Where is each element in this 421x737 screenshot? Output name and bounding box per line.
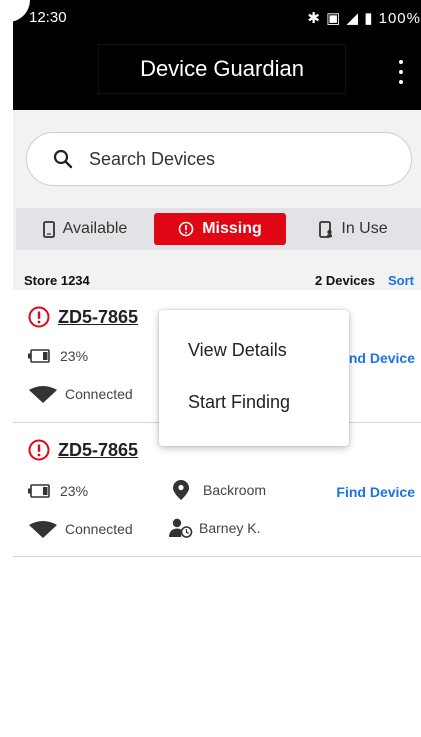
status-tabs: Available Missing In Use xyxy=(16,208,421,250)
alert-circle-icon xyxy=(28,306,50,328)
battery-percent: 100% xyxy=(378,10,421,27)
location-row: Backroom xyxy=(173,480,266,500)
device-header: ZD5-7865 xyxy=(28,306,138,328)
phone-icon xyxy=(42,220,55,238)
alert-circle-icon xyxy=(28,439,50,461)
vibrate-icon: ▣ xyxy=(326,10,342,27)
app-bar: Device Guardian xyxy=(13,34,421,110)
sort-button[interactable]: Sort xyxy=(388,273,414,288)
signal-icon: ◢ xyxy=(346,10,360,27)
connection-status: Connected xyxy=(65,386,133,402)
tab-missing[interactable]: Missing xyxy=(154,213,286,245)
search-bar[interactable] xyxy=(26,132,412,186)
menu-item-start-finding[interactable]: Start Finding xyxy=(188,392,290,413)
connection-row: Connected xyxy=(28,385,133,403)
screen-edge xyxy=(0,0,13,737)
battery-level: 23% xyxy=(60,348,89,364)
store-label: Store 1234 xyxy=(24,273,90,288)
search-icon xyxy=(53,149,73,169)
tab-label: In Use xyxy=(341,220,388,237)
device-name-link[interactable]: ZD5-7865 xyxy=(58,440,138,461)
device-context-menu: View Details Start Finding xyxy=(159,310,349,446)
device-count: 2 Devices xyxy=(315,273,375,288)
list-meta: Store 1234 2 Devices Sort xyxy=(16,270,421,290)
bluetooth-icon: ✱ xyxy=(307,10,321,27)
battery-level: 23% xyxy=(60,483,89,499)
find-device-button[interactable]: Find Device xyxy=(336,484,415,500)
device-name-link[interactable]: ZD5-7865 xyxy=(58,307,138,328)
battery-row: 23% xyxy=(28,348,88,364)
tab-in-use[interactable]: In Use xyxy=(286,213,421,245)
connection-status: Connected xyxy=(65,521,133,537)
tab-label: Available xyxy=(62,220,128,237)
tab-label: Missing xyxy=(202,220,262,237)
tab-available[interactable]: Available xyxy=(16,213,154,245)
location-pin-icon xyxy=(173,480,189,500)
connection-row: Connected xyxy=(28,520,133,538)
app-title: Device Guardian xyxy=(98,44,346,94)
find-device-button[interactable]: ind Device xyxy=(345,350,415,366)
overflow-menu-icon[interactable] xyxy=(393,60,409,84)
status-bar: 12:30 ✱ ▣ ◢ ▮ 100% xyxy=(13,0,421,34)
wifi-icon xyxy=(29,386,57,403)
status-time: 12:30 xyxy=(29,9,67,26)
phone-user-icon xyxy=(319,220,333,238)
device-location: Backroom xyxy=(203,482,267,498)
battery-icon xyxy=(28,349,50,363)
battery-icon: ▮ xyxy=(364,10,374,27)
battery-icon xyxy=(28,484,50,498)
user-row: Barney K. xyxy=(169,518,260,538)
device-header: ZD5-7865 xyxy=(28,439,138,461)
alert-circle-icon xyxy=(178,221,194,237)
device-user: Barney K. xyxy=(199,520,261,536)
wifi-icon xyxy=(29,521,57,538)
status-icons: ✱ ▣ ◢ ▮ 100% xyxy=(307,9,421,27)
menu-item-view-details[interactable]: View Details xyxy=(188,340,287,361)
user-clock-icon xyxy=(169,518,193,538)
battery-row: 23% xyxy=(28,483,88,499)
search-input[interactable] xyxy=(87,147,371,171)
